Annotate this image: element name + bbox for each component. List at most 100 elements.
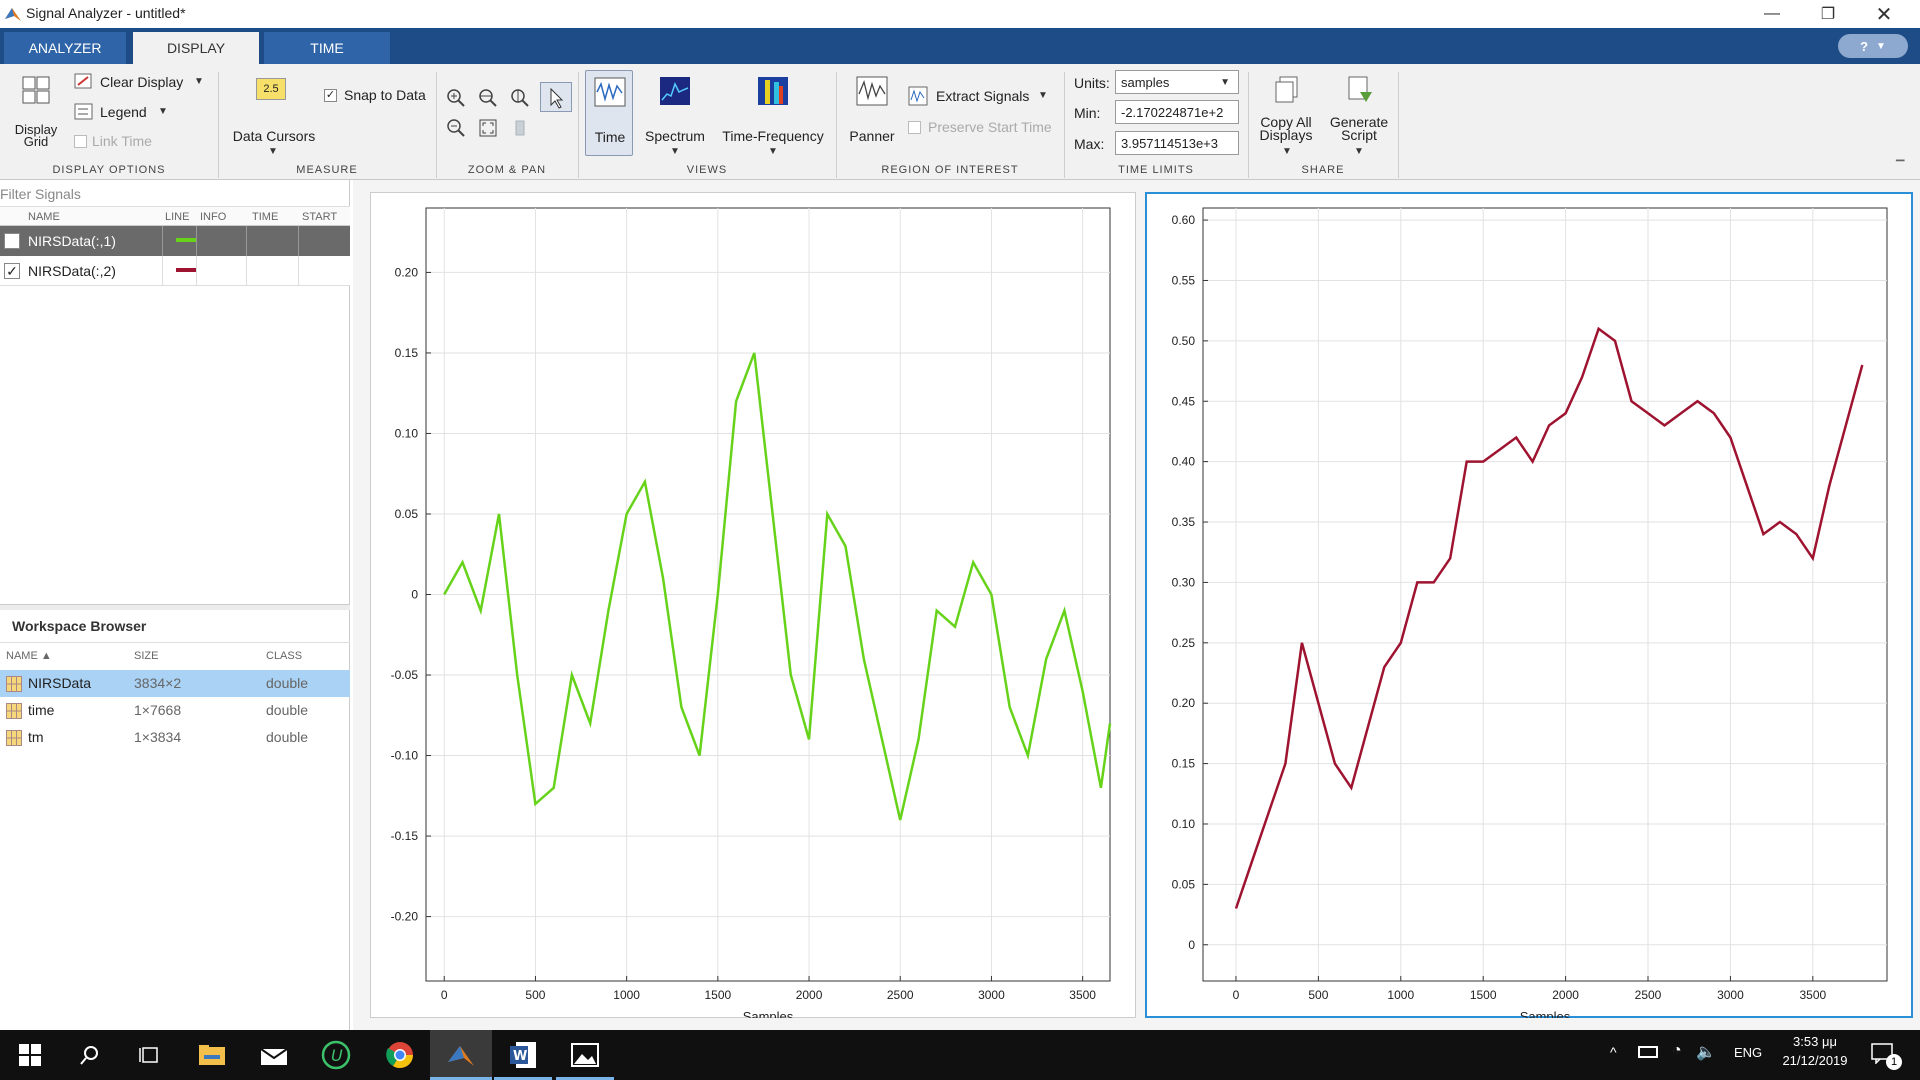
tab-analyzer[interactable]: ANALYZER xyxy=(4,32,126,64)
spectrum-view-button[interactable]: Spectrum ▼ xyxy=(642,74,708,160)
ws-col-size[interactable]: SIZE xyxy=(134,650,158,662)
panner-button[interactable]: Panner xyxy=(846,74,898,160)
tab-time[interactable]: TIME xyxy=(264,32,390,64)
clear-display-label: Clear Display xyxy=(100,74,184,90)
variable-size: 1×3834 xyxy=(134,729,182,745)
workspace-row[interactable]: time 1×7668 double xyxy=(0,697,350,724)
y-tick-label: 0.55 xyxy=(1172,273,1196,287)
select-pointer-button[interactable] xyxy=(540,82,572,112)
signal-checkbox-checked[interactable]: ✓ xyxy=(4,263,20,279)
matlab-logo-icon xyxy=(5,8,21,21)
chevron-down-icon: ▼ xyxy=(1282,146,1292,157)
col-header-name[interactable]: NAME xyxy=(28,211,60,223)
col-header-start[interactable]: START xyxy=(302,211,337,223)
checkbox-icon xyxy=(908,121,921,134)
x-axis-label: Samples xyxy=(1520,1009,1571,1018)
display-area: 0 500 1000 1500 2000 2500 3000 3500 0.20 0.15 0.10… xyxy=(353,180,1920,1030)
taskbar-word[interactable]: W xyxy=(494,1030,552,1080)
battery-icon[interactable] xyxy=(1638,1046,1658,1058)
task-view-icon[interactable] xyxy=(134,1039,166,1071)
section-separator xyxy=(1398,72,1399,178)
chrome-icon[interactable] xyxy=(384,1039,416,1071)
col-header-line[interactable]: LINE xyxy=(165,211,189,223)
ws-col-name[interactable]: NAME ▲ xyxy=(6,650,52,662)
extract-signals-button[interactable]: Extract Signals ▼ xyxy=(908,86,1056,108)
chevron-down-icon: ▼ xyxy=(768,146,778,157)
language-indicator[interactable]: ENG xyxy=(1734,1045,1762,1060)
pan-icon[interactable] xyxy=(510,118,530,138)
help-button[interactable]: ? ▼ xyxy=(1838,34,1908,58)
y-tick-label: -0.20 xyxy=(391,910,419,924)
y-tick-label: 0.30 xyxy=(1172,575,1196,589)
legend-button[interactable]: Legend ▼ xyxy=(74,102,174,124)
section-views: VIEWS xyxy=(686,164,728,176)
clock[interactable]: 3:53 μμ 21/12/2019 xyxy=(1770,1034,1860,1068)
restore-button[interactable]: ❐ xyxy=(1800,0,1856,28)
signal-row[interactable]: NIRSData(:,1) xyxy=(0,226,350,256)
line-color-swatch[interactable] xyxy=(176,268,196,272)
display-grid-button[interactable]: Display Grid xyxy=(10,74,62,154)
mail-icon[interactable] xyxy=(258,1039,290,1071)
signal-table-panel: Filter Signals NAME LINE INFO TIME START… xyxy=(0,180,350,605)
close-button[interactable]: ✕ xyxy=(1856,0,1912,28)
time-view-label: Time xyxy=(594,129,626,145)
chart-1-svg[interactable]: 0 500 1000 1500 2000 2500 3000 3500 0.20 0.15 0.10… xyxy=(370,192,1136,1018)
section-display-options: DISPLAY OPTIONS xyxy=(52,164,166,176)
max-time-input[interactable]: 3.957114513e+3 xyxy=(1115,131,1239,155)
zoom-out-icon[interactable] xyxy=(446,118,466,138)
zoom-in-icon[interactable] xyxy=(446,88,466,108)
photos-icon xyxy=(571,1043,599,1067)
spectrum-label: Spectrum xyxy=(645,128,705,144)
wifi-icon[interactable]: ◔ xyxy=(1672,1042,1682,1060)
time-frequency-view-button[interactable]: Time-Frequency ▼ xyxy=(718,74,828,160)
x-tick-label: 0 xyxy=(441,988,448,1002)
signal-checkbox[interactable] xyxy=(4,233,20,249)
window-title: Signal Analyzer - untitled* xyxy=(26,5,186,21)
units-dropdown[interactable]: samples ▼ xyxy=(1115,70,1239,94)
filter-signals-input[interactable]: Filter Signals xyxy=(0,184,350,204)
show-hidden-icons-icon[interactable]: ^ xyxy=(1610,1044,1617,1060)
zoom-y-icon[interactable] xyxy=(510,88,530,108)
clear-display-button[interactable]: Clear Display ▼ xyxy=(74,72,204,94)
taskbar-matlab-active[interactable] xyxy=(430,1030,492,1080)
snap-to-data-checkbox[interactable]: ✓ Snap to Data xyxy=(324,86,434,106)
spectrum-icon xyxy=(660,77,690,105)
signal-row[interactable]: ✓ NIRSData(:,2) xyxy=(0,256,350,286)
chart-2-svg[interactable]: 0 500 1000 1500 2000 2500 3000 3500 0.60 0.55 0.50… xyxy=(1145,192,1913,1018)
script-icon xyxy=(1348,76,1372,102)
link-time-checkbox[interactable]: Link Time xyxy=(74,132,174,152)
column-divider xyxy=(162,226,163,256)
y-tick-label: 0.05 xyxy=(1172,877,1196,891)
minimize-button[interactable]: — xyxy=(1744,0,1800,28)
upwork-icon[interactable]: U xyxy=(320,1039,352,1071)
x-tick-label: 1500 xyxy=(704,988,731,1002)
generate-script-button[interactable]: Generate Script ▼ xyxy=(1326,76,1392,162)
file-explorer-icon[interactable] xyxy=(196,1039,228,1071)
zoom-x-icon[interactable] xyxy=(478,88,498,108)
tab-display[interactable]: DISPLAY xyxy=(133,32,259,64)
search-icon[interactable] xyxy=(74,1039,106,1071)
column-divider xyxy=(196,226,197,256)
col-header-time[interactable]: TIME xyxy=(252,211,278,223)
workspace-row[interactable]: tm 1×3834 double xyxy=(0,724,350,751)
workspace-row[interactable]: NIRSData 3834×2 double xyxy=(0,670,350,697)
pointer-icon xyxy=(550,87,564,109)
divider xyxy=(0,642,350,643)
taskbar-photos[interactable] xyxy=(556,1030,614,1080)
units-value: samples xyxy=(1121,75,1170,90)
fit-to-view-icon[interactable] xyxy=(478,118,498,138)
checkbox-icon xyxy=(74,135,87,148)
collapse-ribbon-icon[interactable]: ▔ xyxy=(1896,160,1910,173)
action-center-button[interactable]: 1 xyxy=(1866,1040,1906,1070)
col-header-info[interactable]: INFO xyxy=(200,211,226,223)
ws-col-class[interactable]: CLASS xyxy=(266,650,302,662)
title-bar: Signal Analyzer - untitled* — ❐ ✕ xyxy=(0,0,1920,28)
preserve-start-time-checkbox[interactable]: Preserve Start Time xyxy=(908,118,1058,138)
data-cursors-button[interactable]: 2.5 Data Cursors ▼ xyxy=(228,74,320,157)
copy-all-displays-button[interactable]: Copy All Displays ▼ xyxy=(1254,76,1318,162)
time-view-button[interactable]: Time xyxy=(585,70,633,156)
min-time-input[interactable]: -2.170224871e+2 xyxy=(1115,100,1239,124)
windows-start-icon[interactable] xyxy=(14,1039,46,1071)
volume-icon[interactable]: 🔈 xyxy=(1696,1042,1716,1062)
line-color-swatch[interactable] xyxy=(176,238,196,242)
